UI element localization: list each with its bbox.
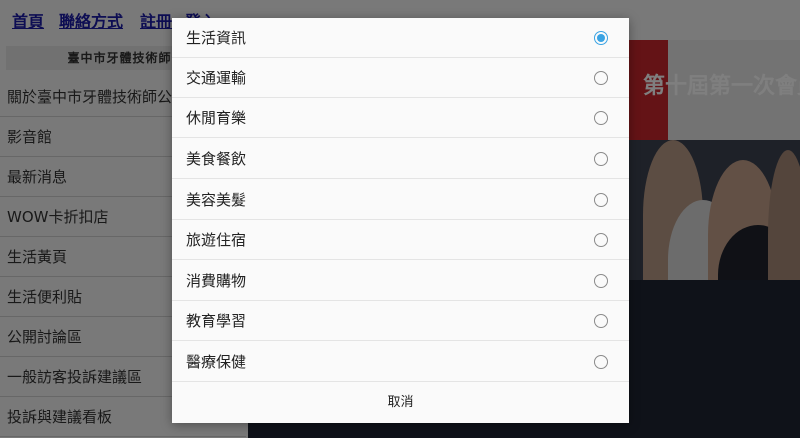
radio-icon[interactable] [594,355,608,369]
radio-icon[interactable] [594,274,608,288]
option-shopping[interactable]: 消費購物 [172,261,629,301]
option-food[interactable]: 美食餐飲 [172,139,629,179]
option-label: 美食餐飲 [186,150,247,168]
radio-icon[interactable] [594,193,608,207]
option-transport[interactable]: 交通運輸 [172,58,629,98]
option-beauty[interactable]: 美容美髮 [172,180,629,220]
option-label: 消費購物 [186,272,247,290]
radio-icon[interactable] [594,71,608,85]
radio-icon[interactable] [594,111,608,125]
option-education[interactable]: 教育學習 [172,301,629,341]
option-label: 生活資訊 [186,29,247,47]
radio-selected-icon[interactable] [594,31,608,45]
option-leisure[interactable]: 休閒育樂 [172,98,629,138]
option-label: 休閒育樂 [186,109,247,127]
option-label: 旅遊住宿 [186,231,247,249]
option-label: 美容美髮 [186,191,247,209]
option-label: 教育學習 [186,312,247,330]
radio-icon[interactable] [594,314,608,328]
option-medical[interactable]: 醫療保健 [172,342,629,382]
cancel-button[interactable]: 取消 [172,383,629,423]
radio-icon[interactable] [594,233,608,247]
radio-icon[interactable] [594,152,608,166]
option-label: 醫療保健 [186,353,247,371]
option-label: 交通運輸 [186,69,247,87]
option-life-info[interactable]: 生活資訊 [172,18,629,58]
option-travel[interactable]: 旅遊住宿 [172,220,629,260]
category-select-dialog: 生活資訊 交通運輸 休閒育樂 美食餐飲 美容美髮 旅遊住宿 消費購物 教育學習 … [172,18,629,423]
